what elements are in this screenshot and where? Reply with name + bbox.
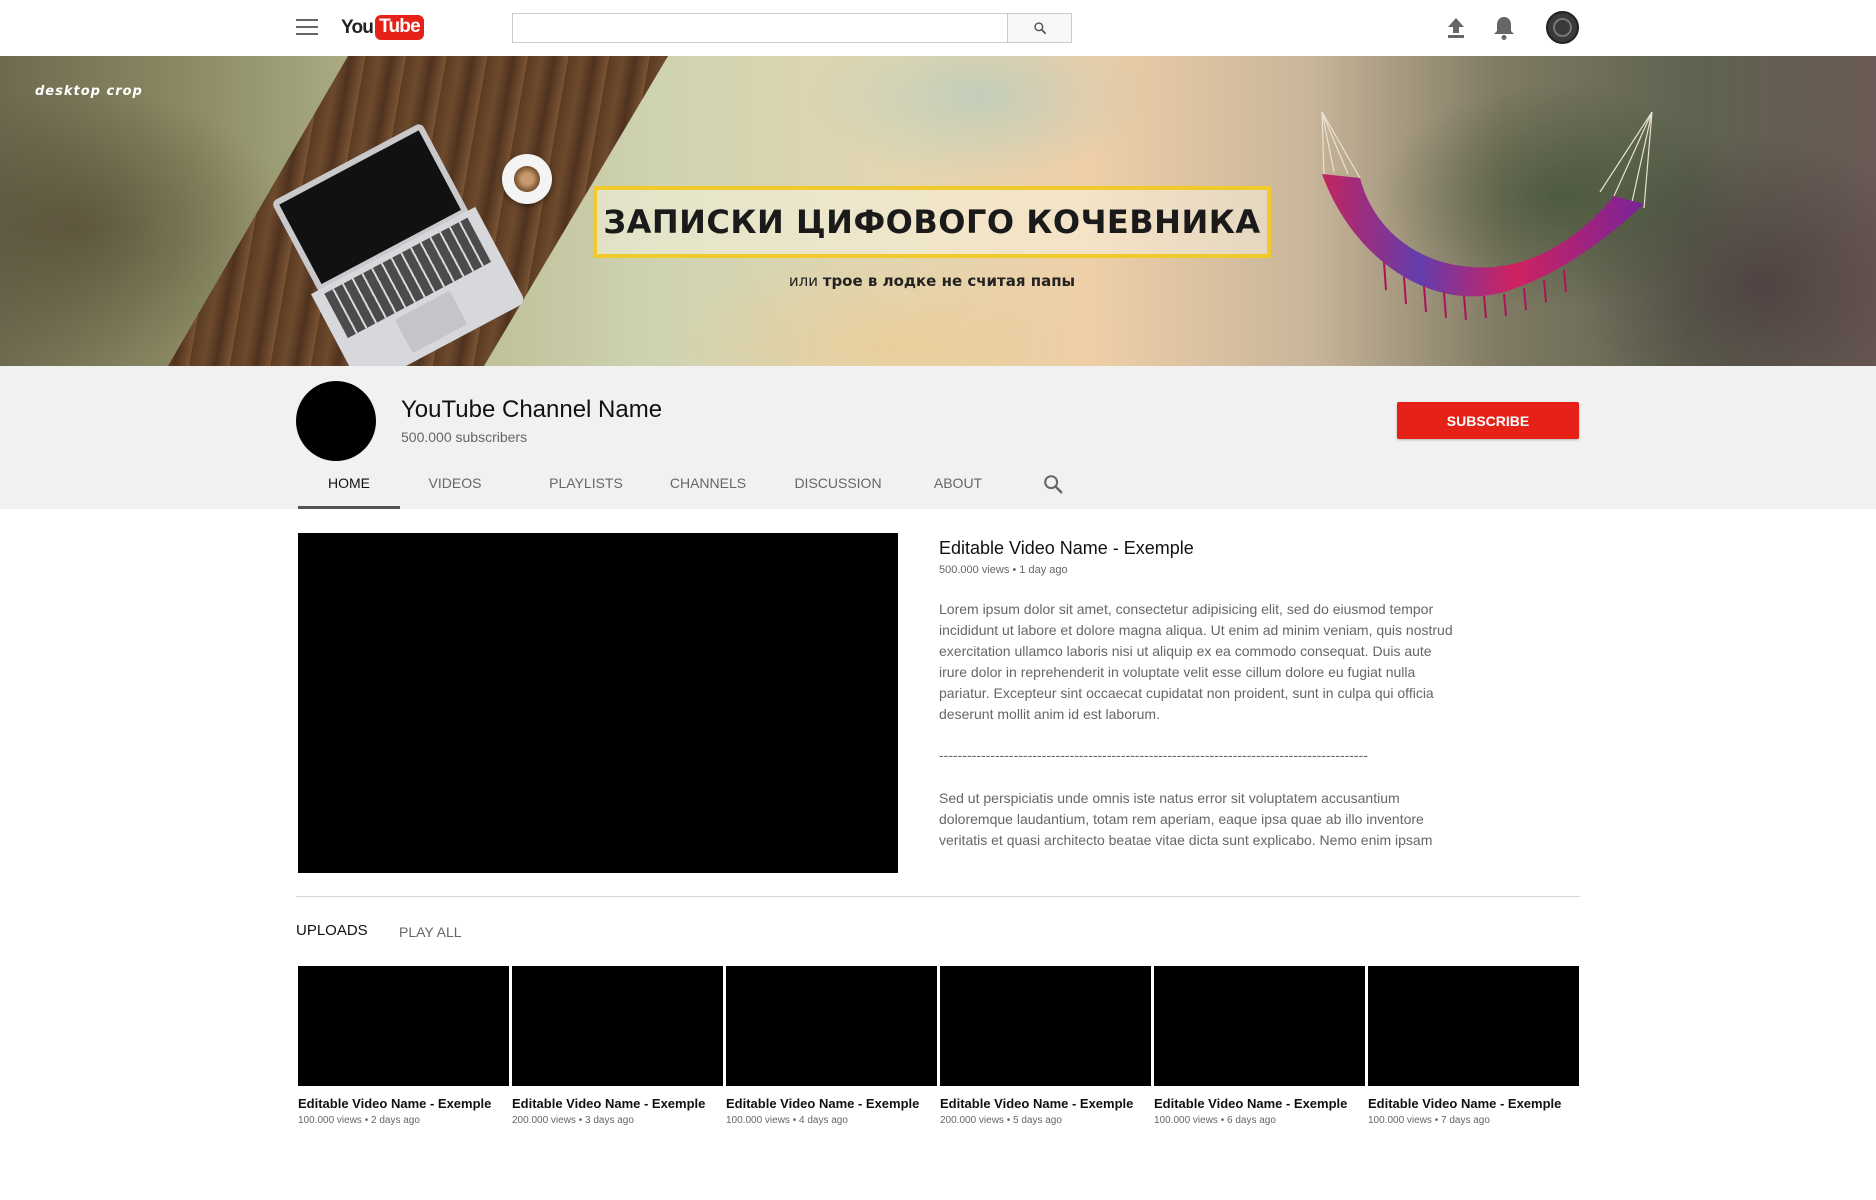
top-bar: You Tube: [0, 0, 1876, 56]
channel-header: YouTube Channel Name 500.000 subscribers…: [0, 366, 1876, 509]
video-title[interactable]: Editable Video Name - Exemple: [512, 1096, 723, 1111]
channel-avatar[interactable]: [296, 381, 376, 461]
video-meta: 200.000 views • 5 days ago: [940, 1115, 1062, 1126]
video-thumbnail[interactable]: [1368, 966, 1579, 1086]
video-title[interactable]: Editable Video Name - Exemple: [1154, 1096, 1365, 1111]
channel-name: YouTube Channel Name: [401, 396, 663, 423]
channel-banner: desktop crop ЗАПИСКИ ЦИФОВОГО КОЧЕВНИКА …: [0, 56, 1876, 366]
video-meta: 100.000 views • 6 days ago: [1154, 1115, 1276, 1126]
video-title[interactable]: Editable Video Name - Exemple: [726, 1096, 937, 1111]
search-bar: [512, 13, 1072, 43]
video-meta: 100.000 views • 7 days ago: [1368, 1115, 1490, 1126]
banner-subtitle-bold: трое в лодке не считая папы: [822, 272, 1076, 290]
tab-channels[interactable]: CHANNELS: [668, 466, 748, 509]
tab-about[interactable]: ABOUT: [928, 466, 988, 509]
video-card[interactable]: Editable Video Name - Exemple 200.000 vi…: [512, 966, 723, 1126]
bell-icon[interactable]: [1492, 15, 1516, 41]
video-card[interactable]: Editable Video Name - Exemple 200.000 vi…: [940, 966, 1151, 1126]
video-thumbnail[interactable]: [512, 966, 723, 1086]
tab-discussion[interactable]: DISCUSSION: [790, 466, 886, 509]
video-meta: 100.000 views • 2 days ago: [298, 1115, 420, 1126]
channel-subscriber-count: 500.000 subscribers: [401, 429, 528, 445]
tab-playlists[interactable]: PLAYLISTS: [545, 466, 627, 509]
video-card[interactable]: Editable Video Name - Exemple 100.000 vi…: [298, 966, 509, 1126]
channel-search-icon[interactable]: [1042, 473, 1064, 495]
video-thumbnail[interactable]: [940, 966, 1151, 1086]
video-meta: 100.000 views • 4 days ago: [726, 1115, 848, 1126]
video-title[interactable]: Editable Video Name - Exemple: [298, 1096, 509, 1111]
featured-video-description: Lorem ipsum dolor sit amet, consectetur …: [939, 601, 1453, 722]
video-title[interactable]: Editable Video Name - Exemple: [1368, 1096, 1579, 1111]
banner-crop-label: desktop crop: [35, 84, 143, 99]
logo-text-you: You: [341, 16, 374, 38]
search-input[interactable]: [513, 14, 1009, 42]
section-divider: [296, 896, 1580, 897]
banner-coffee-cup-image: [502, 154, 552, 204]
video-thumbnail[interactable]: [298, 966, 509, 1086]
upload-icon[interactable]: [1446, 17, 1466, 39]
avatar[interactable]: [1546, 11, 1579, 44]
search-button[interactable]: [1007, 14, 1071, 42]
featured-video-meta: 500.000 views • 1 day ago: [939, 564, 1068, 576]
featured-video-player[interactable]: [298, 533, 898, 873]
video-card[interactable]: Editable Video Name - Exemple 100.000 vi…: [726, 966, 937, 1126]
video-card[interactable]: Editable Video Name - Exemple 100.000 vi…: [1154, 966, 1365, 1126]
subscribe-button[interactable]: SUBSCRIBE: [1397, 402, 1579, 439]
search-icon: [1033, 22, 1046, 35]
tab-videos[interactable]: VIDEOS: [424, 466, 486, 509]
play-all-link[interactable]: PLAY ALL: [399, 924, 462, 940]
video-title[interactable]: Editable Video Name - Exemple: [940, 1096, 1151, 1111]
banner-title-frame: ЗАПИСКИ ЦИФОВОГО КОЧЕВНИКА: [593, 186, 1271, 258]
featured-video-description-continued: Sed ut perspiciatis unde omnis iste natu…: [939, 790, 1433, 848]
banner-title: ЗАПИСКИ ЦИФОВОГО КОЧЕВНИКА: [603, 203, 1261, 241]
featured-video-title[interactable]: Editable Video Name - Exemple: [939, 538, 1194, 559]
featured-description-divider: ----------------------------------------…: [939, 747, 1368, 763]
banner-hammock-image: [1321, 112, 1653, 321]
tab-home[interactable]: HOME: [298, 466, 400, 509]
logo-text-tube: Tube: [375, 15, 424, 40]
video-thumbnail[interactable]: [1154, 966, 1365, 1086]
uploads-heading[interactable]: UPLOADS: [296, 922, 368, 939]
video-card[interactable]: Editable Video Name - Exemple 100.000 vi…: [1368, 966, 1579, 1126]
menu-icon[interactable]: [296, 19, 318, 37]
video-meta: 200.000 views • 3 days ago: [512, 1115, 634, 1126]
banner-subtitle-prefix: или: [788, 272, 818, 290]
banner-subtitle: или трое в лодке не считая папы: [593, 272, 1271, 290]
video-thumbnail[interactable]: [726, 966, 937, 1086]
youtube-logo[interactable]: You Tube: [341, 14, 424, 41]
